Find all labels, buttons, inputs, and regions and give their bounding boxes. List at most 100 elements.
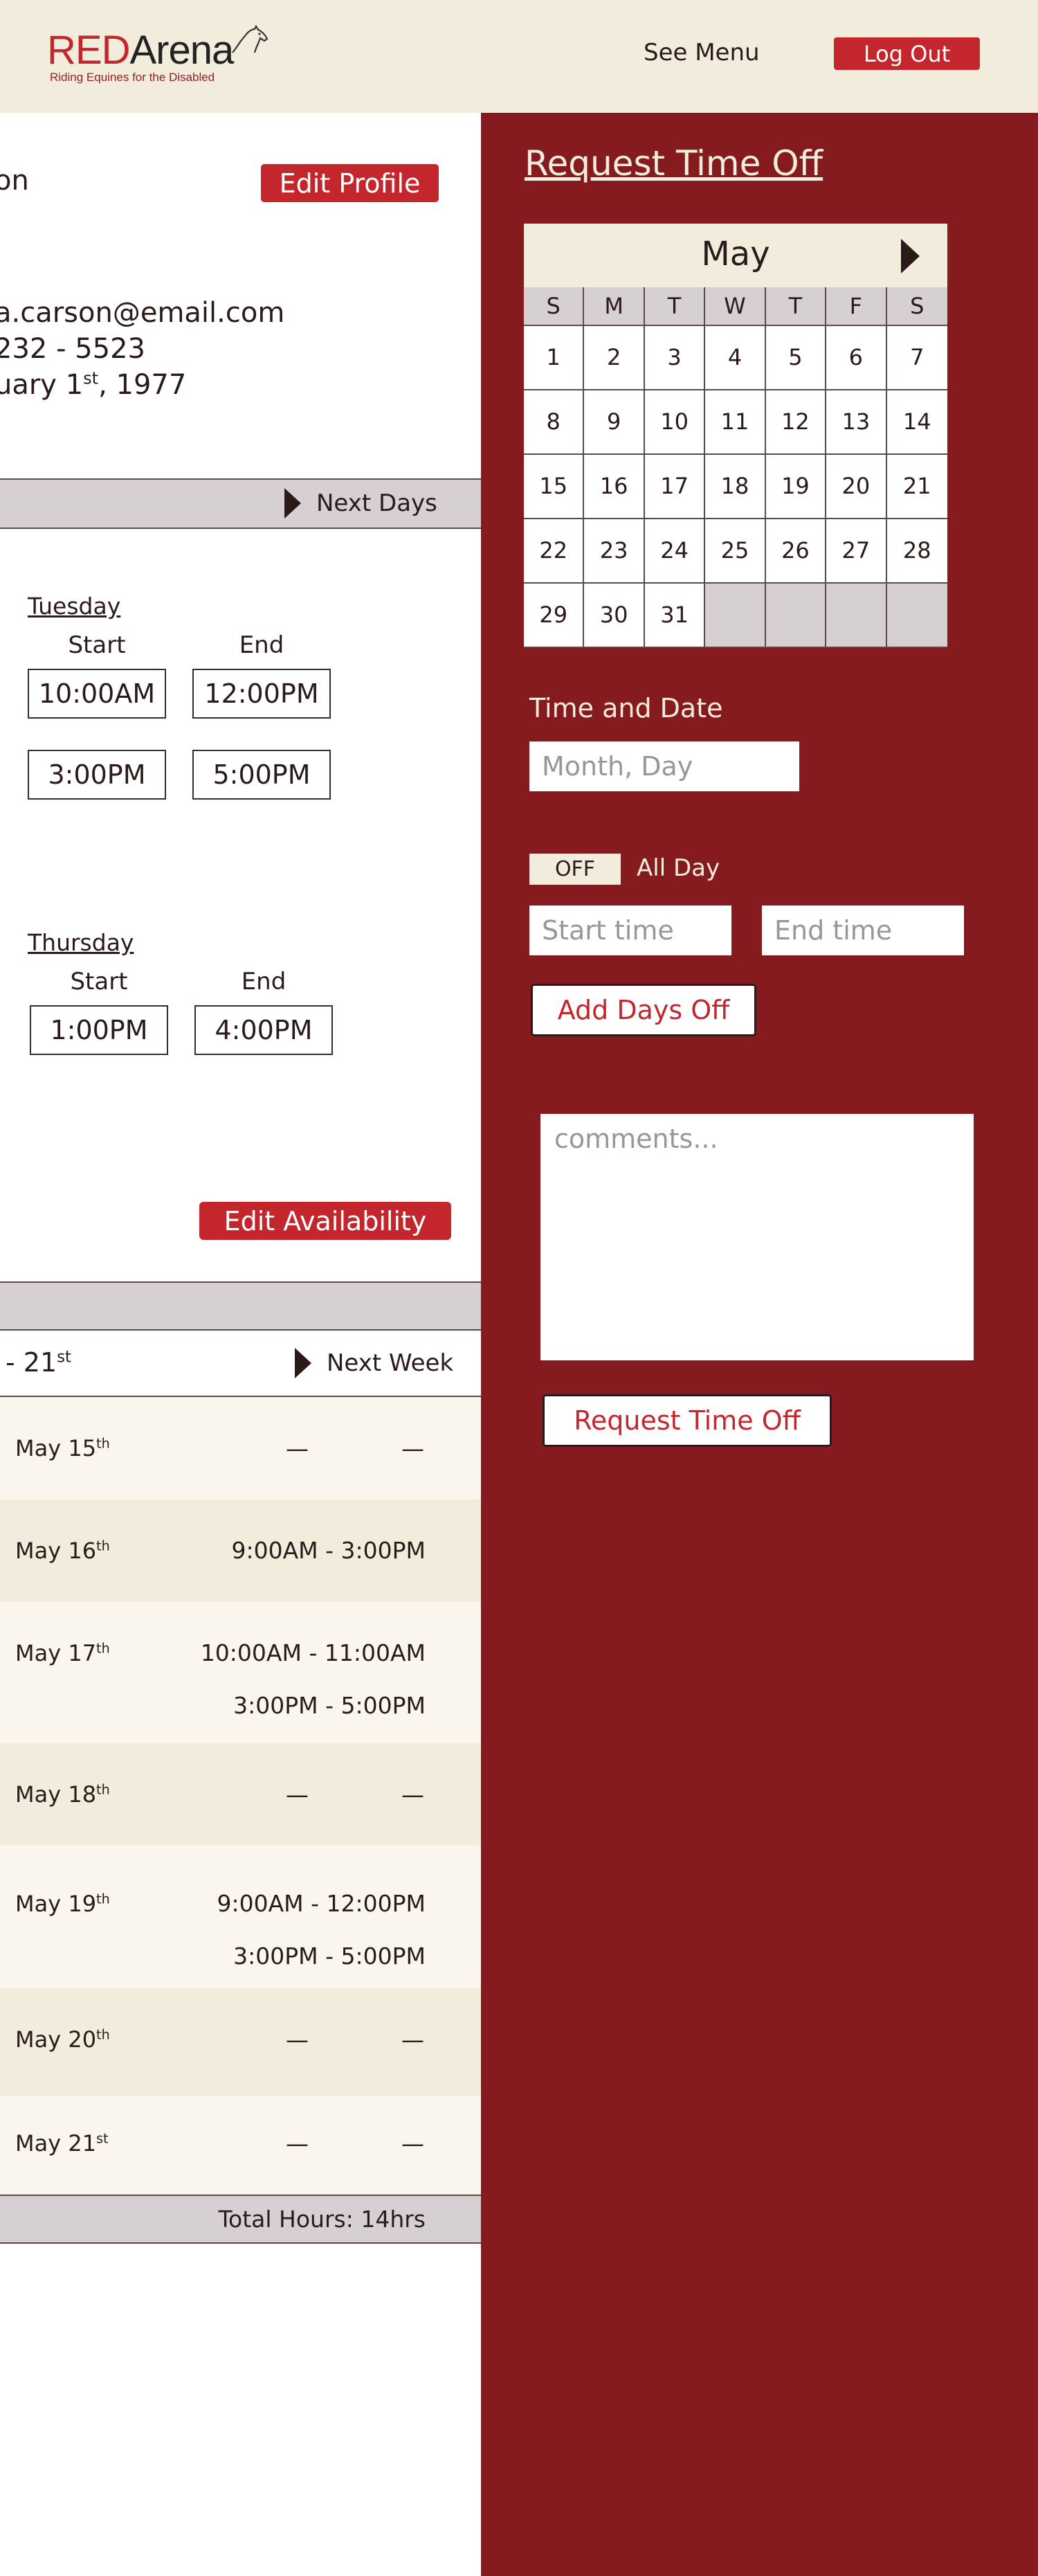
schedule-row-time: 3:00PM - 5:00PM [233,1943,426,1970]
calendar-day-cell[interactable]: 5 [765,326,827,390]
total-hours-label: Total Hours: 14hrs [218,2206,426,2233]
next-week-button[interactable]: Next Week [295,1348,453,1378]
all-day-toggle[interactable]: OFF [529,854,621,885]
calendar-day-cell[interactable]: 31 [644,584,706,648]
weekday-label: M [584,287,645,326]
date-input[interactable] [529,741,799,791]
empty-dash: — [401,2130,424,2157]
see-menu-link[interactable]: See Menu [644,39,760,66]
schedule-row: May 16th 9:00AM - 3:00PM [0,1499,481,1602]
add-days-off-button[interactable]: Add Days Off [531,984,756,1036]
calendar-day-cell[interactable]: 4 [705,326,766,390]
calendar-empty-cell [765,584,827,648]
logout-button[interactable]: Log Out [834,37,980,70]
total-hours-bar: Total Hours: 14hrs [0,2195,481,2244]
edit-profile-button[interactable]: Edit Profile [261,164,439,202]
calendar-day-cell[interactable]: 10 [644,390,706,455]
calendar-day-cell[interactable]: 25 [705,519,766,584]
calendar-day-cell[interactable]: 12 [765,390,827,455]
calendar-day-cell[interactable]: 28 [886,519,947,584]
slot-end-time[interactable]: 12:00PM [192,669,331,719]
time-and-date-label: Time and Date [529,693,723,723]
slot-end-time[interactable]: 4:00PM [194,1005,333,1055]
calendar-weekday-row: S M T W T F S [524,287,947,326]
calendar-day-grid: 1 2 3 4 5 6 7 8 9 10 11 12 13 14 15 16 17 18 19 20 21 22 23 24 2… [524,326,947,648]
start-column-header: Start [70,968,128,996]
next-days-button[interactable]: Next Days [284,488,437,519]
empty-dash: — [401,2026,424,2053]
weekday-label: F [826,287,887,326]
calendar-day-cell[interactable]: 16 [584,455,645,519]
calendar-day-cell[interactable]: 23 [584,519,645,584]
calendar-day-cell[interactable]: 24 [644,519,706,584]
calendar-day-cell[interactable]: 27 [826,519,887,584]
calendar-day-cell[interactable]: 18 [705,455,766,519]
weekday-label: S [886,287,947,326]
edit-availability-button[interactable]: Edit Availability [199,1202,451,1240]
slot-start-time[interactable]: 10:00AM [28,669,166,719]
arrow-right-icon [284,488,301,519]
schedule-row: May 18th — — [0,1743,481,1846]
request-time-off-title[interactable]: Request Time Off [525,143,823,183]
availability-day-tuesday: Tuesday [28,593,121,620]
schedule-row-date: May 15th [15,1435,110,1461]
calendar-header: May [524,224,947,287]
schedule-row-date: May 17th [15,1640,110,1666]
schedule-row-time: 10:00AM - 11:00AM [200,1639,426,1666]
start-column-header: Start [68,631,126,659]
schedule-row: May 19th 9:00AM - 12:00PM 3:00PM - 5:00P… [0,1846,481,1988]
calendar-day-cell[interactable]: 11 [705,390,766,455]
calendar-day-cell[interactable]: 2 [584,326,645,390]
calendar-day-cell[interactable]: 13 [826,390,887,455]
calendar-day-cell[interactable]: 8 [524,390,585,455]
horse-head-icon [232,25,268,53]
calendar-day-cell[interactable]: 7 [886,326,947,390]
calendar-day-cell[interactable]: 21 [886,455,947,519]
end-column-header: End [239,631,284,659]
next-month-arrow-icon[interactable] [901,239,920,273]
slot-start-time[interactable]: 3:00PM [28,750,166,800]
calendar-day-cell[interactable]: 17 [644,455,706,519]
red-arena-logo[interactable]: REDArena Riding Equines for the Disabled [47,25,275,91]
schedule-row: May 17th 10:00AM - 11:00AM 3:00PM - 5:00… [0,1602,481,1743]
calendar-day-cell[interactable]: 29 [524,584,585,648]
calendar-day-cell[interactable]: 9 [584,390,645,455]
calendar-day-cell[interactable]: 6 [826,326,887,390]
calendar-day-cell[interactable]: 30 [584,584,645,648]
calendar-day-cell[interactable]: 1 [524,326,585,390]
profile-panel: on Edit Profile a.carson@email.com 232 -… [0,113,481,2576]
request-time-off-button[interactable]: Request Time Off [543,1394,832,1447]
calendar-day-cell[interactable]: 14 [886,390,947,455]
calendar-day-cell[interactable]: 22 [524,519,585,584]
empty-dash: — [401,1435,424,1462]
weekday-label: T [644,287,706,326]
slot-end-time[interactable]: 5:00PM [192,750,331,800]
weekday-label: T [765,287,827,326]
calendar-day-cell[interactable]: 19 [765,455,827,519]
logo-tagline: Riding Equines for the Disabled [50,71,215,84]
request-time-off-panel: Request Time Off May S M T W T F S 12345… [481,113,1038,2576]
schedule-row: May 15th — — [0,1397,481,1499]
month-calendar: May S M T W T F S 1 2 3 4 5 6 7 8 9 10 11 12 13 14 15 1… [524,224,947,648]
empty-dash: — [286,1435,309,1462]
schedule-row-date: May 16th [15,1538,110,1564]
empty-dash: — [286,2026,309,2053]
schedule-row-date: May 19th [15,1891,110,1917]
weekday-label: S [524,287,585,326]
schedule-row-date: May 18th [15,1781,110,1808]
comments-textarea[interactable] [540,1114,974,1360]
calendar-day-cell[interactable]: 15 [524,455,585,519]
calendar-month-label: May [701,235,770,273]
slot-start-time[interactable]: 1:00PM [30,1005,168,1055]
end-column-header: End [241,968,286,996]
schedule-row-date: May 21st [15,2130,109,2156]
weekday-label: W [705,287,766,326]
calendar-day-cell[interactable]: 20 [826,455,887,519]
empty-dash: — [401,1781,424,1808]
end-time-input[interactable] [762,906,964,955]
logo-wordmark: REDArena [47,28,234,73]
calendar-day-cell[interactable]: 3 [644,326,706,390]
header: REDArena Riding Equines for the Disabled… [0,0,1038,113]
start-time-input[interactable] [529,906,731,955]
calendar-day-cell[interactable]: 26 [765,519,827,584]
